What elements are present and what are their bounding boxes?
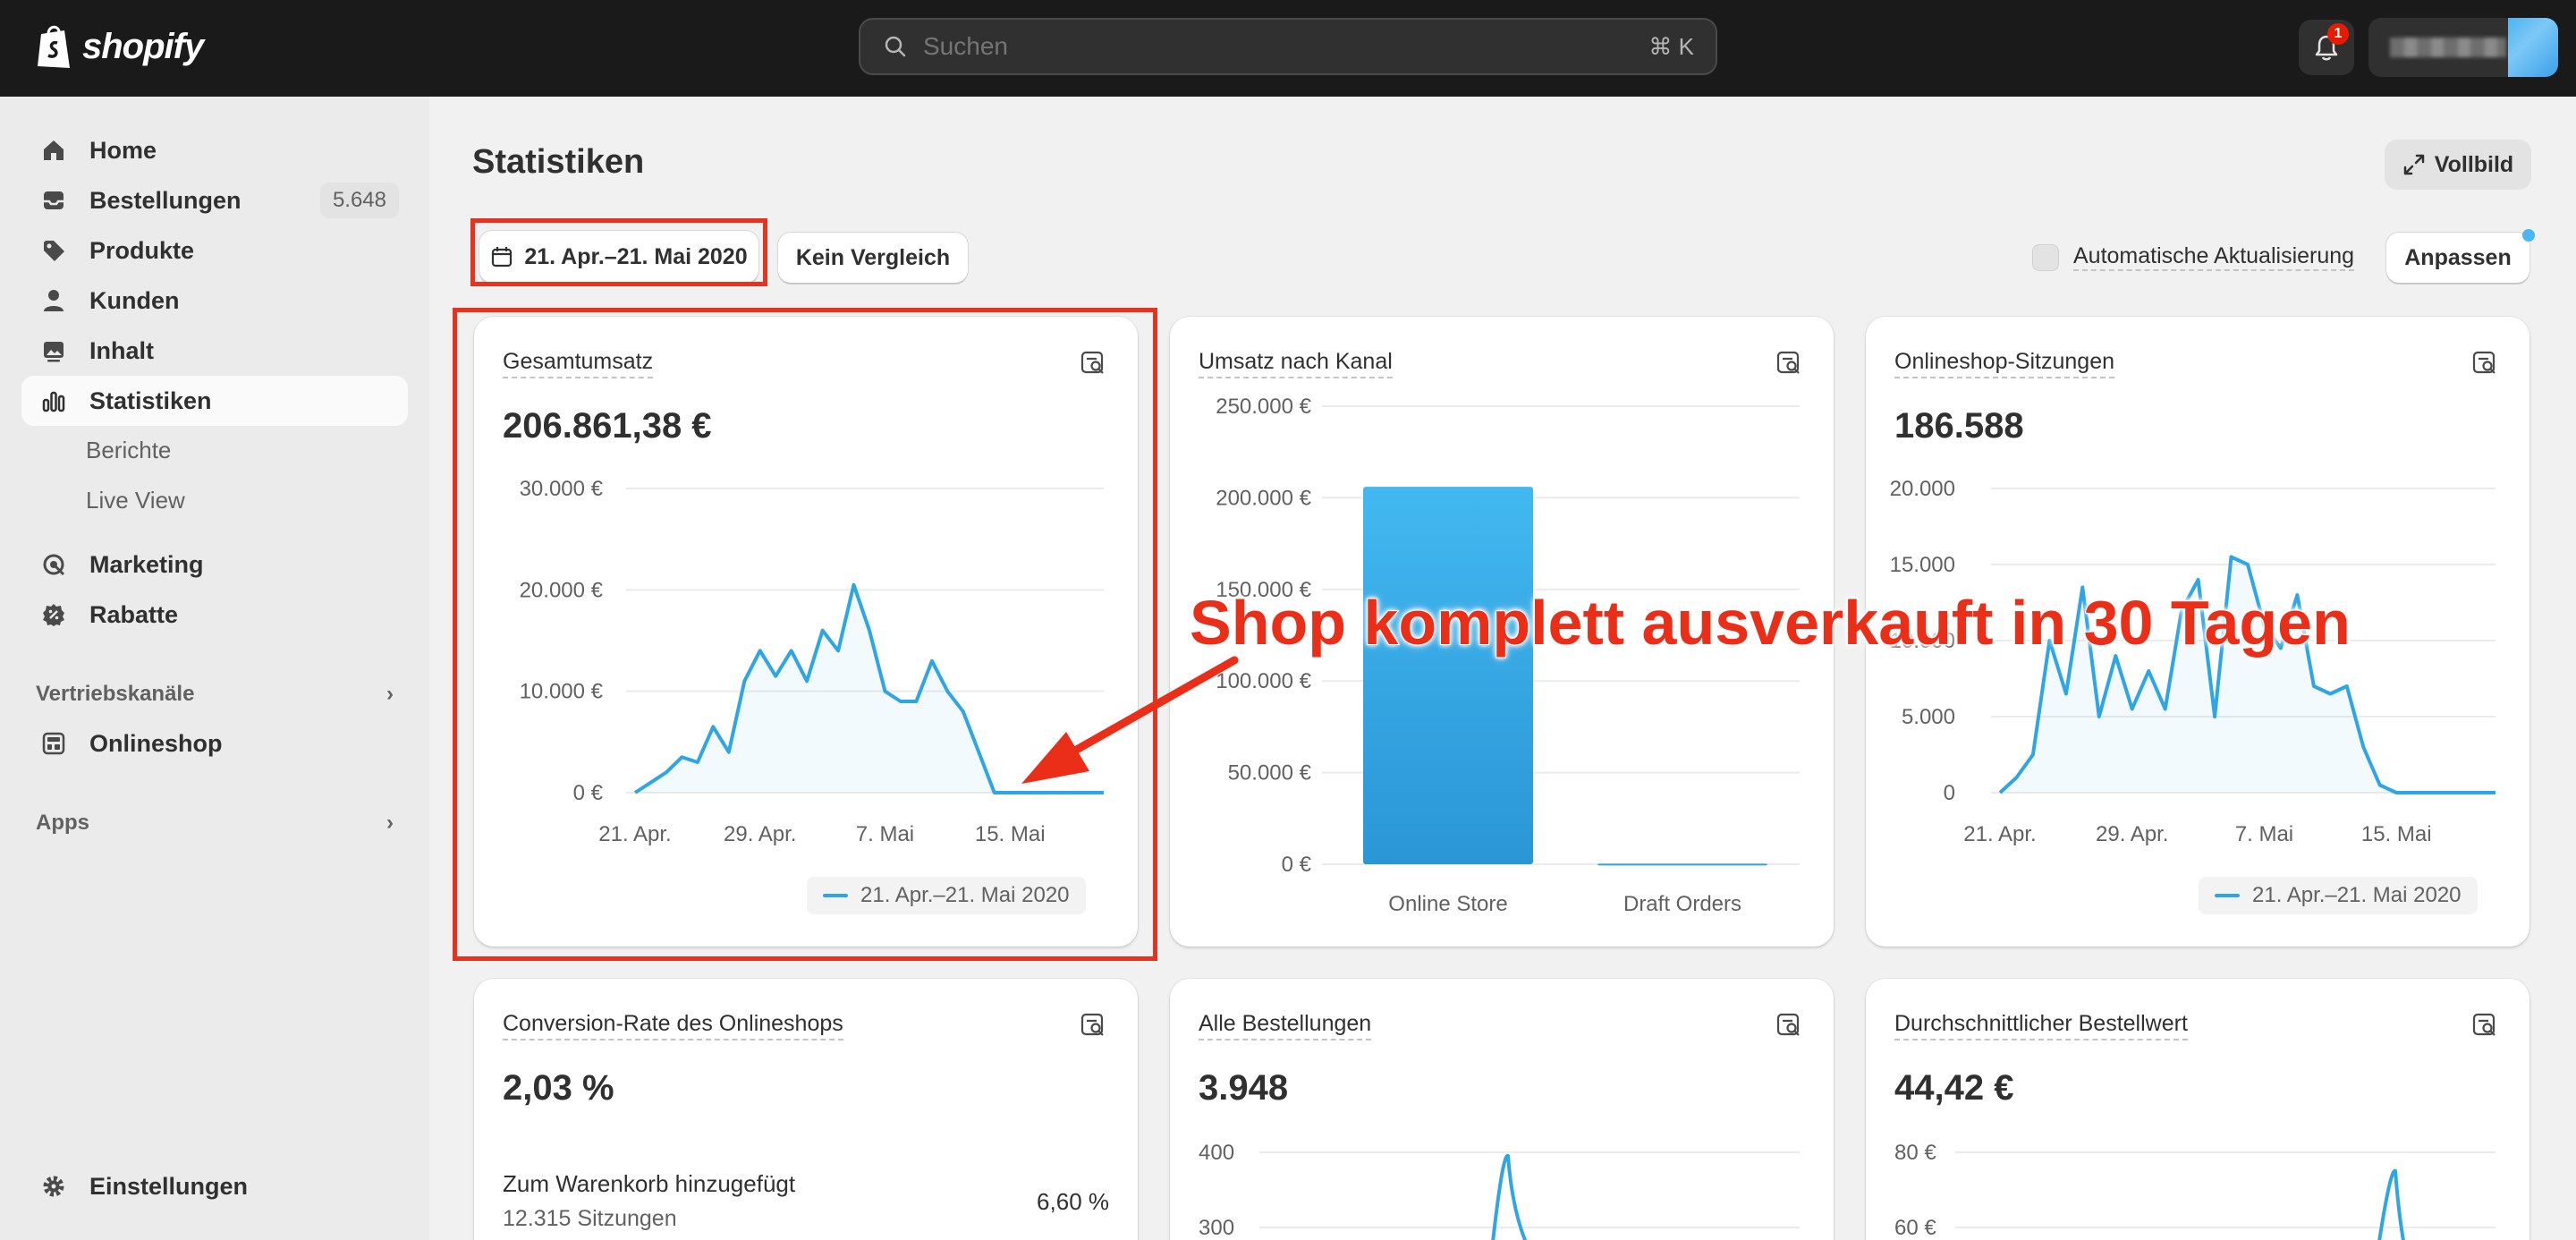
annotation-text: Shop komplett ausverkauft in 30 Tagen <box>1189 587 2351 658</box>
